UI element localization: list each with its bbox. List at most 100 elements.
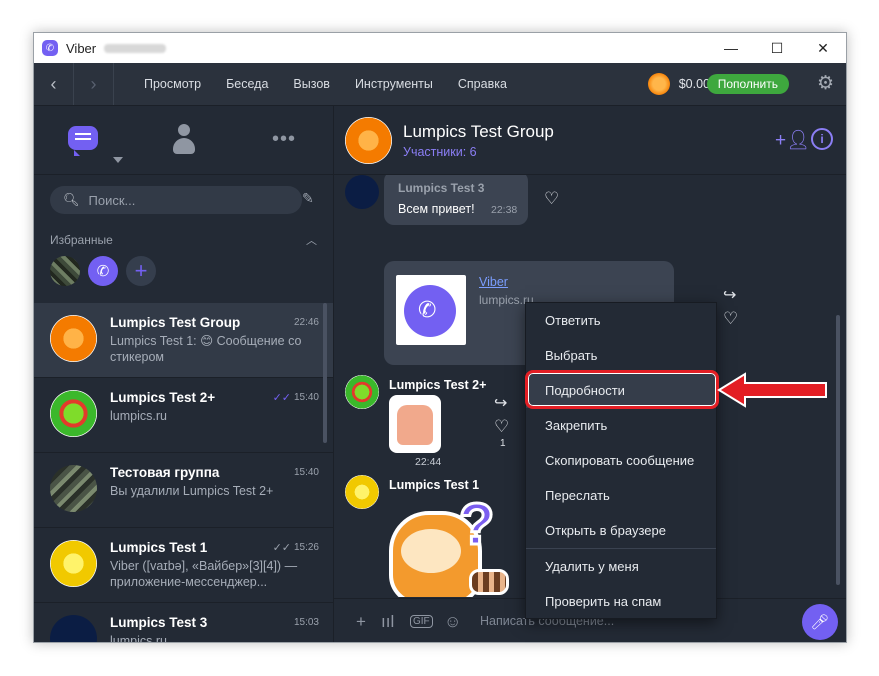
viber-logo-icon: ✆ xyxy=(42,40,58,56)
microphone-icon[interactable]: 🎤︎ xyxy=(802,604,838,640)
chat-list-item[interactable]: Lumpics Test 3 15:03 lumpics.ru xyxy=(34,603,333,643)
favorites-label: Избранные xyxy=(50,233,113,247)
chat-list-item[interactable]: Lumpics Test 2+ ✓✓ 15:40 lumpics.ru xyxy=(34,378,333,453)
chat-time: 15:26 xyxy=(293,542,319,553)
menu-item-reply[interactable]: Ответить xyxy=(526,303,716,338)
message-sender: Lumpics Test 1 xyxy=(389,478,480,492)
menu-view[interactable]: Просмотр xyxy=(144,77,201,91)
message-time: 22:44 xyxy=(415,456,442,468)
messages-scrollbar[interactable] xyxy=(836,315,840,585)
topup-button[interactable]: Пополнить xyxy=(706,74,789,94)
annotation-highlight-box xyxy=(525,370,719,409)
gear-icon[interactable]: ⚙ xyxy=(817,72,834,95)
compose-icon[interactable]: ✎ xyxy=(302,190,314,207)
chat-time: 15:03 xyxy=(293,617,319,628)
balance-amount: $0.00 xyxy=(678,77,710,91)
sidebar-tabs: ••• xyxy=(34,106,333,175)
heart-icon[interactable]: ♡ xyxy=(494,417,509,437)
chat-list-item[interactable]: Lumpics Test 1 ✓✓ 15:26 Viber ([vaɪbə], … xyxy=(34,528,333,603)
plus-icon[interactable]: + xyxy=(356,612,366,632)
info-icon[interactable]: i xyxy=(811,128,833,150)
chat-name: Lumpics Test 2+ xyxy=(110,390,216,405)
chat-preview: Viber ([vaɪbə], «Вайбер»[3][4]) — прилож… xyxy=(110,559,298,589)
menu-call[interactable]: Вызов xyxy=(293,77,330,91)
chat-preview: lumpics.ru xyxy=(110,409,167,423)
raccoon-sticker[interactable]: ? xyxy=(389,491,509,597)
search-input[interactable]: 🔍︎ Поиск... xyxy=(50,186,302,214)
menu-item-report-spam[interactable]: Проверить на спам xyxy=(526,584,716,619)
search-placeholder: Поиск... xyxy=(88,192,136,208)
avatar xyxy=(50,615,97,642)
chat-list-item[interactable]: Lumpics Test Group 22:46 Lumpics Test 1:… xyxy=(34,303,333,378)
close-button[interactable]: ✕ xyxy=(800,33,846,63)
menu-item-select[interactable]: Выбрать xyxy=(526,338,716,373)
favorite-avatar[interactable] xyxy=(50,256,80,286)
chat-time: 15:40 xyxy=(293,467,319,478)
add-participant-icon[interactable]: +👤︎ xyxy=(775,128,810,152)
menu-help[interactable]: Справка xyxy=(458,77,507,91)
avatar xyxy=(50,465,97,512)
message-time: 22:38 xyxy=(491,204,518,216)
maximize-button[interactable]: ☐ xyxy=(754,33,800,63)
sticker-icon[interactable]: ☺ xyxy=(444,612,461,632)
chat-name: Lumpics Test 1 xyxy=(110,540,208,555)
avatar xyxy=(50,315,97,362)
chat-preview: lumpics.ru xyxy=(110,634,167,643)
viber-logo-thumbnail: ✆ xyxy=(396,275,466,345)
menu-bar: ‹ › Просмотр Беседа Вызов Инструменты Сп… xyxy=(34,63,846,106)
blurred-account-name xyxy=(104,43,167,53)
menu-item-pin[interactable]: Закрепить xyxy=(526,408,716,443)
contacts-tab-icon[interactable] xyxy=(173,124,195,156)
chat-title: Lumpics Test Group xyxy=(403,122,554,141)
participants-link[interactable]: Участники: 6 xyxy=(403,145,477,159)
avatar[interactable] xyxy=(345,375,379,409)
title-bar: ✆ Viber — ☐ ✕ xyxy=(34,33,846,63)
chat-list-item[interactable]: Тестовая группа 15:40 Вы удалили Lumpics… xyxy=(34,453,333,528)
forward-button[interactable]: › xyxy=(74,63,114,105)
message-bubble[interactable]: Lumpics Test 3 Всем привет! 22:38 xyxy=(384,175,528,225)
audio-bars-icon[interactable]: ııl xyxy=(381,612,394,632)
share-icon[interactable]: ↪ xyxy=(723,285,736,305)
favorites-row: ✆ + xyxy=(50,256,164,286)
annotation-arrow-icon xyxy=(717,372,827,408)
chat-list: Lumpics Test Group 22:46 Lumpics Test 1:… xyxy=(34,303,333,643)
menu-item-open-browser[interactable]: Открыть в браузере xyxy=(526,513,716,548)
share-icon[interactable]: ↪ xyxy=(494,393,507,413)
gif-icon[interactable]: GIF xyxy=(410,615,433,628)
menu-tools[interactable]: Инструменты xyxy=(355,77,433,91)
more-icon[interactable]: ••• xyxy=(272,128,296,151)
sidebar: ••• 🔍︎ Поиск... ✎ Избранные ︿ ✆ + Lumpic… xyxy=(34,106,334,643)
sidebar-scrollbar[interactable] xyxy=(323,303,327,443)
read-ticks-icon: ✓✓ xyxy=(272,542,291,554)
thumbs-up-sticker[interactable] xyxy=(389,395,441,453)
favorite-viber-avatar[interactable]: ✆ xyxy=(88,256,118,286)
chat-name: Lumpics Test 3 xyxy=(110,615,208,630)
menu-item-forward[interactable]: Переслать xyxy=(526,478,716,513)
avatar[interactable] xyxy=(345,175,379,209)
chevron-down-icon[interactable] xyxy=(113,157,123,163)
search-icon: 🔍︎ xyxy=(63,192,80,207)
menu-conversation[interactable]: Беседа xyxy=(226,77,268,91)
group-avatar[interactable] xyxy=(345,117,392,164)
menu-item-delete-for-me[interactable]: Удалить у меня xyxy=(526,549,716,584)
avatar[interactable] xyxy=(345,475,379,509)
heart-icon[interactable]: ♡ xyxy=(544,189,559,209)
message-sender: Lumpics Test 3 xyxy=(398,181,485,195)
context-menu: Ответить Выбрать Подробности Закрепить С… xyxy=(525,302,717,619)
link-title[interactable]: Viber xyxy=(479,275,508,289)
add-favorite-icon[interactable]: + xyxy=(126,256,156,286)
account-balance[interactable]: $0.00 xyxy=(647,73,710,95)
heart-icon[interactable]: ♡ xyxy=(723,309,738,329)
minimize-button[interactable]: — xyxy=(708,33,754,63)
chats-tab-icon[interactable] xyxy=(68,126,98,156)
chevron-up-icon[interactable]: ︿ xyxy=(306,232,317,248)
chat-time: 22:46 xyxy=(293,317,319,328)
menu-item-copy[interactable]: Скопировать сообщение xyxy=(526,443,716,478)
chat-time: 15:40 xyxy=(293,392,319,403)
chat-header: Lumpics Test Group Участники: 6 +👤︎ i xyxy=(334,106,846,175)
chat-name: Lumpics Test Group xyxy=(110,315,241,330)
like-count: 1 xyxy=(500,438,506,449)
back-button[interactable]: ‹ xyxy=(34,63,74,105)
chat-name: Тестовая группа xyxy=(110,465,220,480)
read-ticks-icon: ✓✓ xyxy=(272,392,291,404)
